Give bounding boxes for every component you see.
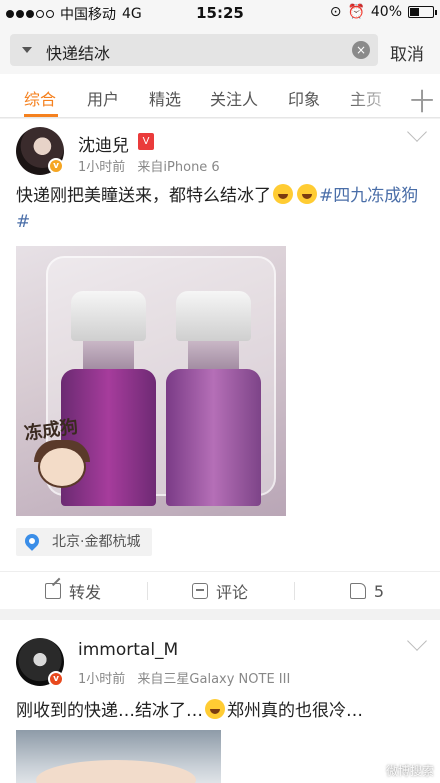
chevron-down-icon[interactable] [407, 631, 427, 651]
post-body: 刚收到的快递…结冰了… [16, 701, 203, 721]
cancel-button[interactable]: 取消 [390, 40, 424, 65]
clear-search-icon[interactable]: × [352, 41, 370, 59]
repost-icon [44, 583, 61, 599]
laughing-emoji-icon [297, 184, 317, 204]
post-time: 1小时前 [78, 672, 126, 687]
username[interactable]: 沈迪兒 [78, 131, 129, 156]
orientation-lock-icon: ⊙ [329, 4, 342, 20]
chevron-down-icon[interactable] [407, 122, 427, 142]
tab-featured[interactable]: 精选 [149, 86, 181, 110]
location-tag[interactable]: 北京·金都杭城 [16, 528, 153, 556]
comment-icon [191, 583, 208, 599]
search-tabs: 综合 用户 精选 关注人 印象 主页 十 [0, 74, 440, 118]
cartoon-sticker: 冻成狗 [23, 416, 114, 496]
thumbs-up-icon [349, 583, 366, 599]
vial-right [166, 291, 261, 506]
like-button[interactable]: 5 [294, 572, 440, 610]
tab-users[interactable]: 用户 [87, 86, 119, 110]
laughing-emoji-icon [273, 184, 293, 204]
add-tab-icon[interactable]: 十 [410, 82, 434, 117]
smile-emoji-icon [205, 699, 225, 719]
battery-fill [410, 8, 419, 16]
post-card[interactable]: v immortal_M 1小时前 来自三星Galaxy NOTE III 刚收… [0, 620, 440, 783]
post-text: 刚收到的快递…结冰了… 郑州真的也很冷… [16, 698, 426, 724]
status-right: ⊙ ⏰ 40% [329, 4, 437, 20]
verified-badge-icon: v [48, 671, 64, 687]
post-body: 快递刚把美瞳送来，都特么结冰了 [16, 186, 271, 206]
post-time: 1小时前 [78, 160, 126, 175]
search-row: 快递结冰 × 取消 [0, 26, 440, 74]
location-pin-icon [22, 531, 42, 551]
post-image[interactable] [16, 730, 221, 783]
battery-icon [408, 6, 437, 18]
post-meta: 1小时前 来自iPhone 6 [78, 156, 220, 175]
tabs-fade [346, 74, 406, 117]
post-text: 快递刚把美瞳送来，都特么结冰了 #四九冻成狗# [16, 183, 426, 235]
watermark: 微博搜索 [385, 764, 434, 778]
post-actions: 转发 评论 5 [0, 571, 440, 609]
verified-badge-icon: v [48, 158, 64, 174]
comment-button[interactable]: 评论 [147, 572, 293, 610]
repost-label: 转发 [68, 583, 101, 602]
search-scope-dropdown-icon[interactable] [22, 47, 32, 53]
tab-following[interactable]: 关注人 [210, 86, 258, 110]
comment-label: 评论 [215, 583, 248, 602]
like-count: 5 [373, 581, 385, 601]
username[interactable]: immortal_M [78, 640, 178, 660]
member-badge-icon[interactable]: V [138, 133, 154, 150]
post-body-continued: 郑州真的也很冷… [227, 701, 363, 721]
search-input[interactable]: 快递结冰 × [10, 34, 378, 66]
post-image[interactable]: 冻成狗 [16, 246, 286, 516]
repost-button[interactable]: 转发 [0, 572, 146, 610]
status-bar: 中国移动 4G 15:25 ⊙ ⏰ 40% [0, 0, 440, 26]
search-query-text[interactable]: 快递结冰 [46, 40, 110, 64]
post-meta: 1小时前 来自三星Galaxy NOTE III [78, 668, 290, 687]
alarm-icon: ⏰ [347, 4, 365, 20]
active-tab-indicator [24, 114, 58, 117]
post-card[interactable]: v 沈迪兒 V 1小时前 来自iPhone 6 快递刚把美瞳送来，都特么结冰了 #… [0, 119, 440, 609]
post-source: 来自三星Galaxy NOTE III [137, 672, 291, 687]
location-text: 北京·金都杭城 [52, 534, 141, 550]
battery-percent: 40% [370, 4, 402, 20]
tab-comprehensive[interactable]: 综合 [24, 86, 56, 110]
tab-impressions[interactable]: 印象 [288, 86, 320, 110]
post-source: 来自iPhone 6 [137, 160, 220, 175]
